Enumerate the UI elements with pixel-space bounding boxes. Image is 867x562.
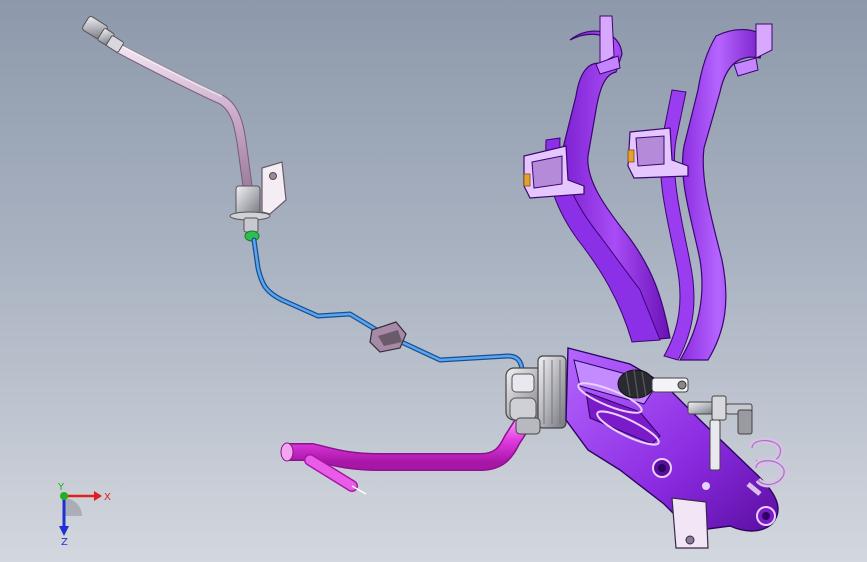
- pedal-stop-tab[interactable]: [671, 497, 709, 549]
- rigid-brake-line[interactable]: [251, 237, 525, 385]
- y-axis-dot: [60, 492, 68, 500]
- z-axis-label: Z: [61, 537, 68, 546]
- x-axis-arrow: [94, 491, 102, 501]
- pushrod-boot[interactable]: [617, 369, 655, 399]
- reservoir-feed-hose[interactable]: [280, 409, 535, 495]
- orientation-triad[interactable]: X Y Z: [44, 482, 114, 546]
- y-axis-label: Y: [57, 482, 65, 493]
- pedal-arm-right[interactable]: [659, 23, 773, 361]
- pedal-switch-bracket-right[interactable]: [627, 127, 689, 179]
- hose-mounting-bracket[interactable]: [229, 161, 287, 242]
- return-spring[interactable]: [746, 437, 788, 496]
- model-scene[interactable]: [0, 0, 867, 562]
- pushrod-clevis[interactable]: [651, 377, 689, 393]
- cad-3d-viewport[interactable]: X Y Z: [0, 0, 867, 562]
- hose-end-fitting[interactable]: [81, 15, 124, 53]
- z-axis-arrow: [59, 526, 69, 536]
- flex-brake-hose[interactable]: [113, 43, 253, 195]
- x-axis-label: X: [104, 492, 111, 503]
